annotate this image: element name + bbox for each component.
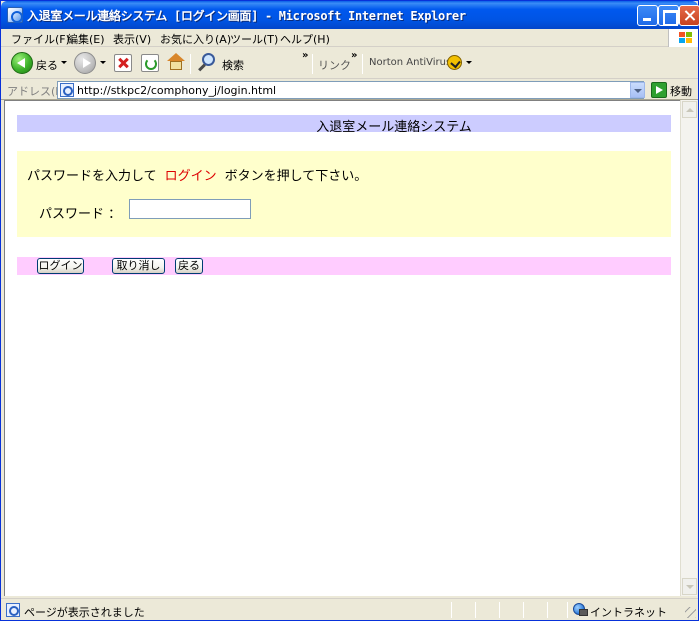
instruction-highlight: ログイン xyxy=(164,169,217,184)
forward-dropdown-icon[interactable] xyxy=(100,61,106,64)
toolbar-separator xyxy=(362,54,363,74)
page-title: 入退室メール連絡システム xyxy=(316,120,472,135)
browser-window: 入退室メール連絡システム [ログイン画面] - Microsoft Intern… xyxy=(0,0,699,621)
status-separator xyxy=(567,602,568,618)
title-bar[interactable]: 入退室メール連絡システム [ログイン画面] - Microsoft Intern… xyxy=(1,1,699,29)
page-icon xyxy=(60,83,74,97)
status-separator xyxy=(475,602,476,618)
forward-arrow-icon[interactable] xyxy=(74,52,96,74)
stop-icon[interactable] xyxy=(114,54,132,72)
back-button-label[interactable]: 戻る xyxy=(36,57,58,73)
login-panel: パスワードを入力して ログイン ボタンを押して下さい。 パスワード ： xyxy=(17,151,671,237)
menu-file[interactable]: ファイル(F) xyxy=(11,31,70,47)
menu-help[interactable]: ヘルプ(H) xyxy=(280,31,330,47)
home-icon[interactable] xyxy=(166,52,186,72)
menu-bar: ファイル(F) 編集(E) 表示(V) お気に入り(A) ツール(T) ヘルプ(… xyxy=(1,29,698,47)
status-separator xyxy=(451,602,452,618)
security-zone-label: イントラネット xyxy=(590,606,667,619)
status-separator xyxy=(547,602,548,618)
intranet-zone-icon xyxy=(572,603,588,617)
back-dropdown-icon[interactable] xyxy=(61,61,67,64)
menu-favorites[interactable]: お気に入り(A) xyxy=(160,31,231,47)
back-arrow-icon[interactable] xyxy=(11,52,33,74)
menu-tools[interactable]: ツール(T) xyxy=(230,31,278,47)
scroll-up-icon[interactable] xyxy=(682,101,697,118)
instruction-after: ボタンを押して下さい。 xyxy=(224,169,368,184)
address-bar: アドレス(D) http://stkpc2/comphony_j/login.h… xyxy=(1,80,698,100)
toolbar-chevron-icon[interactable]: » xyxy=(302,50,308,61)
password-input[interactable] xyxy=(129,199,251,219)
norton-icon[interactable] xyxy=(447,55,462,70)
status-text: ページが表示されました xyxy=(24,606,145,619)
window-title: 入退室メール連絡システム [ログイン画面] - Microsoft Intern… xyxy=(27,9,466,23)
menu-view[interactable]: 表示(V) xyxy=(113,31,151,47)
address-input[interactable]: http://stkpc2/comphony_j/login.html xyxy=(57,81,644,99)
address-url[interactable]: http://stkpc2/comphony_j/login.html xyxy=(77,84,276,97)
instruction-text: パスワードを入力して ログイン ボタンを押して下さい。 xyxy=(27,165,367,184)
search-button-label[interactable]: 検索 xyxy=(222,57,244,73)
resize-grip-icon[interactable] xyxy=(685,607,696,618)
standard-toolbar: 戻る 検索 » リンク » Norton AntiVirus xyxy=(1,48,698,79)
minimize-button[interactable] xyxy=(637,5,658,26)
page-done-icon xyxy=(6,603,20,617)
button-bar: ログイン 取り消し 戻る xyxy=(17,257,671,275)
windows-logo-icon xyxy=(668,29,698,47)
address-dropdown-icon[interactable] xyxy=(630,82,645,98)
status-separator xyxy=(499,602,500,618)
menu-edit[interactable]: 編集(E) xyxy=(67,31,105,47)
maximize-button[interactable] xyxy=(658,5,679,26)
password-label: パスワード ： xyxy=(39,207,122,222)
status-bar: ページが表示されました イントラネット xyxy=(1,598,698,620)
norton-dropdown-icon[interactable] xyxy=(466,61,472,64)
page-header-bar: 入退室メール連絡システム xyxy=(17,115,671,135)
go-button-label[interactable]: 移動 xyxy=(670,83,692,99)
scroll-down-icon[interactable] xyxy=(682,578,697,595)
links-chevron-icon[interactable]: » xyxy=(351,50,357,61)
links-label[interactable]: リンク xyxy=(318,57,351,73)
close-button[interactable] xyxy=(679,5,699,26)
instruction-before: パスワードを入力して xyxy=(27,169,157,184)
norton-label[interactable]: Norton AntiVirus xyxy=(369,57,451,68)
ie-page-icon xyxy=(7,7,23,23)
status-separator xyxy=(523,602,524,618)
search-icon[interactable] xyxy=(196,52,218,74)
page-content: 入退室メール連絡システム パスワードを入力して ログイン ボタンを押して下さい。 パ… xyxy=(4,100,680,596)
go-arrow-icon[interactable] xyxy=(651,82,667,98)
vertical-scrollbar[interactable] xyxy=(680,100,697,596)
toolbar-separator xyxy=(190,54,191,74)
cancel-button[interactable]: 取り消し xyxy=(112,258,165,274)
toolbar-separator xyxy=(312,54,313,74)
refresh-icon[interactable] xyxy=(141,54,159,72)
login-button[interactable]: ログイン xyxy=(37,258,84,274)
back-button[interactable]: 戻る xyxy=(175,258,203,274)
